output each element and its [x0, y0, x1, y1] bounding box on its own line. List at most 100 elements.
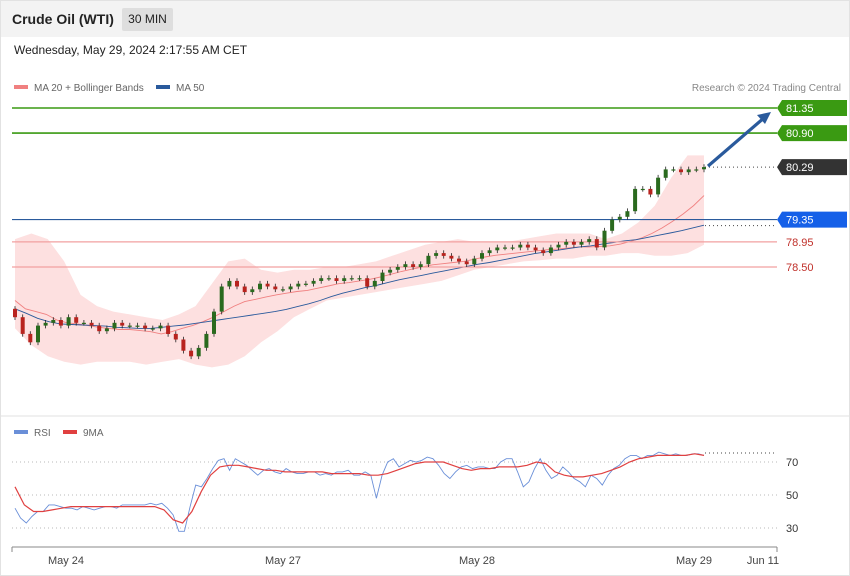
candle-body [426, 255, 431, 265]
legend-rsi-swatch [14, 430, 28, 434]
candle-body [503, 247, 507, 249]
candle-body [434, 253, 439, 256]
candle-body [212, 311, 216, 334]
candle-body [143, 325, 148, 329]
candle-body [472, 258, 477, 265]
candle-body [250, 289, 255, 293]
candle-body [525, 244, 530, 248]
candle-body [571, 241, 576, 245]
level-label-78.95: 78.95 [786, 237, 814, 249]
bollinger-bands [15, 155, 704, 368]
rsi-tick-label: 70 [786, 457, 798, 469]
bollinger-band-fill [15, 155, 704, 368]
candle-body [694, 169, 699, 171]
candle-body [28, 333, 33, 343]
candle-body [495, 247, 500, 251]
candle-body [372, 280, 377, 287]
candle-body [633, 188, 638, 212]
candle-body [20, 317, 25, 334]
candle-body [679, 169, 683, 173]
candle-body [403, 264, 408, 267]
level-label-81.35: 81.35 [786, 103, 814, 115]
candle-body [411, 264, 416, 267]
x-axis: May 24 May 27 May 28 May 29 Jun 11 [11, 546, 779, 567]
candle-body [258, 283, 262, 290]
candle-body [58, 320, 63, 326]
candle-body [357, 278, 362, 280]
candle-body [418, 264, 423, 267]
candle-body [81, 322, 86, 324]
candle-body [265, 283, 270, 287]
candle-body [303, 283, 308, 285]
level-label-80.90: 80.90 [786, 128, 814, 140]
level-labels: 81.35 80.90 80.29 79.35 78.95 78.50 [777, 100, 847, 274]
candle-body [196, 347, 201, 357]
candle-body [602, 230, 607, 248]
x-tick-label: Jun 11 [747, 555, 779, 567]
candle-body [204, 333, 209, 348]
candle-body [564, 241, 569, 245]
candle-body [365, 278, 370, 287]
candle-body [349, 278, 354, 280]
level-label-80.29: 80.29 [786, 162, 814, 174]
candle-body [97, 325, 102, 332]
candle-body [388, 269, 393, 273]
candle-body [380, 272, 385, 281]
candle-body [66, 317, 71, 326]
rsi-panel: 30 50 70 [12, 451, 798, 535]
candle-body [288, 286, 293, 290]
legend-ma50-label: MA 50 [176, 83, 205, 94]
candle-body [548, 247, 553, 254]
candle-body [464, 261, 469, 265]
candle-body [227, 280, 232, 287]
candle-body [671, 169, 676, 171]
candle-body [104, 328, 109, 332]
candle-body [280, 289, 285, 291]
candle-body [74, 317, 79, 323]
candle-body [610, 219, 615, 231]
candle-body [219, 286, 224, 312]
candle-body [112, 322, 117, 329]
candle-body [556, 244, 561, 248]
candle-body [617, 216, 622, 220]
candle-body [150, 328, 155, 330]
candle-body [127, 325, 132, 327]
x-tick-label: May 24 [48, 555, 84, 567]
legend-rsi-label: RSI [34, 428, 51, 439]
rsi-tick-label: 30 [786, 523, 798, 535]
candle-body [319, 278, 324, 281]
candle-body [334, 278, 339, 281]
candle-body [326, 278, 331, 280]
candle-body [311, 280, 316, 284]
candle-body [480, 253, 484, 259]
candle-body [89, 322, 94, 326]
candle-body [594, 239, 599, 248]
candle-body [686, 169, 691, 173]
candle-body [395, 267, 400, 270]
candle-body [457, 258, 461, 262]
rsi-tick-label: 50 [786, 490, 798, 502]
candle-body [135, 325, 140, 327]
candle-body [120, 322, 125, 326]
candle-body [296, 283, 301, 287]
level-label-79.35: 79.35 [786, 215, 814, 227]
candle-body [656, 177, 661, 195]
candle-body [43, 322, 48, 326]
legend-rsi-ma-swatch [63, 430, 77, 434]
credit-text: Research © 2024 Trading Central [692, 83, 841, 94]
candle-body [587, 239, 592, 242]
candle-body [51, 320, 56, 323]
candle-body [640, 188, 645, 191]
forecast-arrow [706, 112, 771, 168]
candle-body [158, 325, 163, 329]
candle-body [487, 250, 492, 254]
candle-body [36, 325, 40, 343]
candle-body [181, 339, 186, 351]
candle-body [518, 244, 523, 248]
candle-body [625, 211, 630, 217]
candle-body [13, 308, 17, 318]
candle-body [541, 250, 546, 254]
candle-body [273, 286, 278, 290]
chart-frame: Crude Oil (WTI) 30 MIN Wednesday, May 29… [0, 0, 850, 576]
level-label-78.50: 78.50 [786, 262, 814, 274]
